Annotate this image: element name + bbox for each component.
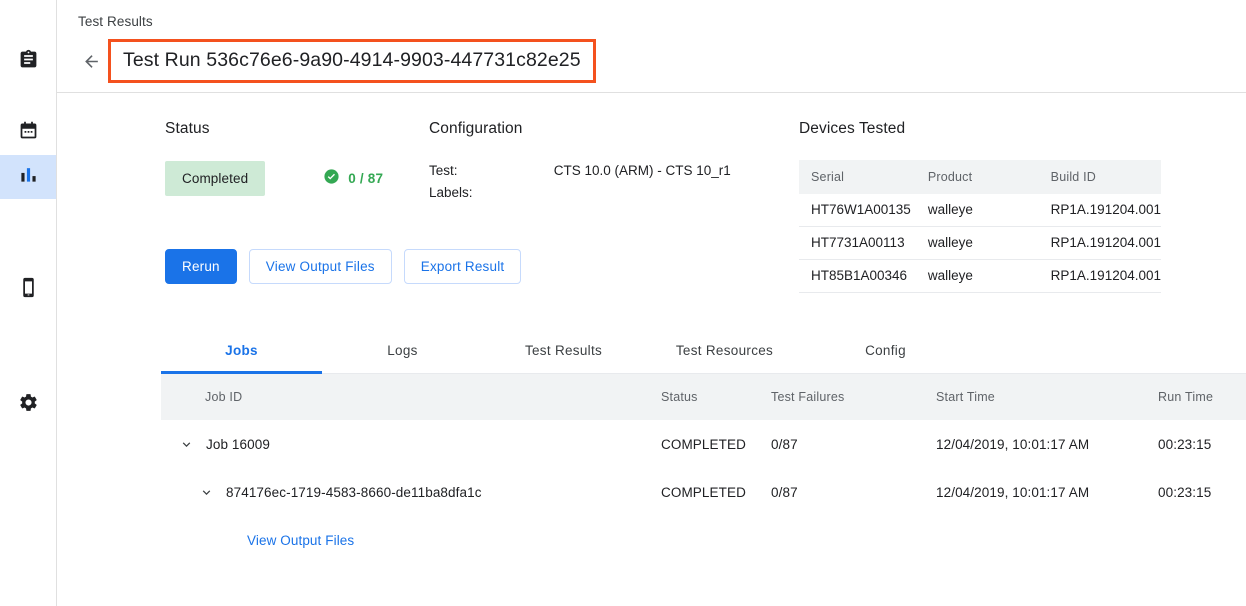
- configuration-column: Configuration Test: CTS 10.0 (ARM) - CTS…: [429, 119, 799, 293]
- tab-config[interactable]: Config: [805, 329, 966, 373]
- attempt-status: COMPLETED: [661, 468, 771, 516]
- device-serial: HT85B1A00346: [799, 260, 916, 293]
- table-row: HT85B1A00346 walleye RP1A.191204.001: [799, 260, 1161, 293]
- devices-section-title: Devices Tested: [799, 119, 1246, 139]
- config-value-test: CTS 10.0 (ARM) - CTS 10_r1: [554, 161, 799, 180]
- status-badge: Completed: [165, 161, 265, 196]
- output-link-cell: View Output Files: [161, 516, 1246, 564]
- summary-section: Status Completed 0 / 87 Rerun: [57, 93, 1246, 293]
- job-id-cell: Job 16009: [161, 420, 661, 468]
- pass-summary: 0 / 87: [323, 168, 383, 190]
- devices-col-serial: Serial: [799, 160, 916, 194]
- job-id-label: Job 16009: [206, 437, 270, 452]
- device-product: walleye: [916, 260, 1039, 293]
- chevron-down-icon[interactable]: [195, 485, 217, 500]
- main-content: Test Results Test Run 536c76e6-9a90-4914…: [57, 0, 1246, 606]
- device-product: walleye: [916, 227, 1039, 260]
- attempt-id-cell: 874176ec-1719-4583-8660-de11ba8dfa1c: [161, 468, 661, 516]
- action-buttons: Rerun View Output Files Export Result: [165, 249, 429, 284]
- config-key-test: Test:: [429, 161, 541, 180]
- table-row: View Output Files: [161, 516, 1246, 564]
- jobs-col-run-time: Run Time: [1158, 374, 1246, 420]
- view-output-files-button[interactable]: View Output Files: [249, 249, 392, 284]
- app-root: Test Results Test Run 536c76e6-9a90-4914…: [0, 0, 1246, 606]
- tab-test-results[interactable]: Test Results: [483, 329, 644, 373]
- sidebar-item-settings[interactable]: [0, 383, 56, 427]
- phone-icon: [18, 277, 39, 303]
- tab-logs[interactable]: Logs: [322, 329, 483, 373]
- table-row[interactable]: Job 16009 COMPLETED 0/87 12/04/2019, 10:…: [161, 420, 1246, 468]
- devices-column: Devices Tested Serial Product Build ID H…: [799, 119, 1246, 293]
- calendar-icon: [18, 120, 39, 146]
- sidebar-item-analytics[interactable]: [0, 155, 56, 199]
- attempt-test-failures: 0/87: [771, 468, 936, 516]
- check-circle-icon: [323, 168, 340, 190]
- job-status: COMPLETED: [661, 420, 771, 468]
- device-build-id: RP1A.191204.001: [1039, 260, 1161, 293]
- attempt-id-label: 874176ec-1719-4583-8660-de11ba8dfa1c: [226, 485, 482, 500]
- job-run-time: 00:23:15: [1158, 420, 1246, 468]
- device-product: walleye: [916, 194, 1039, 227]
- arrow-left-icon[interactable]: [78, 48, 104, 74]
- sidebar: [0, 0, 57, 606]
- status-column: Status Completed 0 / 87 Rerun: [57, 119, 429, 293]
- devices-col-build-id: Build ID: [1039, 160, 1161, 194]
- bar-chart-icon: [19, 165, 38, 189]
- devices-col-product: Product: [916, 160, 1039, 194]
- table-row: HT7731A00113 walleye RP1A.191204.001: [799, 227, 1161, 260]
- config-key-labels: Labels:: [429, 183, 541, 202]
- page-header: Test Results Test Run 536c76e6-9a90-4914…: [57, 0, 1246, 93]
- status-section-title: Status: [165, 119, 429, 139]
- sidebar-item-clipboard[interactable]: [0, 40, 56, 84]
- jobs-table: Job ID Status Test Failures Start Time R…: [161, 374, 1246, 564]
- tab-test-resources[interactable]: Test Resources: [644, 329, 805, 373]
- pass-count: 0 / 87: [348, 171, 383, 186]
- tab-bar: Jobs Logs Test Results Test Resources Co…: [161, 329, 1246, 374]
- page-title: Test Run 536c76e6-9a90-4914-9903-447731c…: [123, 49, 581, 71]
- table-row[interactable]: 874176ec-1719-4583-8660-de11ba8dfa1c COM…: [161, 468, 1246, 516]
- clipboard-icon: [18, 49, 39, 75]
- configuration-list: Test: CTS 10.0 (ARM) - CTS 10_r1 Labels:: [429, 161, 799, 202]
- attempt-start-time: 12/04/2019, 10:01:17 AM: [936, 468, 1158, 516]
- jobs-col-start-time: Start Time: [936, 374, 1158, 420]
- jobs-col-status: Status: [661, 374, 771, 420]
- tab-jobs[interactable]: Jobs: [161, 329, 322, 373]
- devices-header-row: Serial Product Build ID: [799, 160, 1161, 194]
- sidebar-item-calendar[interactable]: [0, 111, 56, 155]
- breadcrumb: Test Results: [78, 14, 1246, 30]
- gear-icon: [18, 392, 39, 418]
- view-output-files-link[interactable]: View Output Files: [161, 533, 354, 548]
- device-serial: HT7731A00113: [799, 227, 916, 260]
- title-row: Test Run 536c76e6-9a90-4914-9903-447731c…: [78, 39, 1246, 83]
- device-build-id: RP1A.191204.001: [1039, 227, 1161, 260]
- attempt-run-time: 00:23:15: [1158, 468, 1246, 516]
- device-build-id: RP1A.191204.001: [1039, 194, 1161, 227]
- jobs-col-test-failures: Test Failures: [771, 374, 936, 420]
- highlighted-title-box: Test Run 536c76e6-9a90-4914-9903-447731c…: [108, 39, 596, 83]
- jobs-col-job-id: Job ID: [161, 374, 661, 420]
- devices-table: Serial Product Build ID HT76W1A00135 wal…: [799, 160, 1161, 293]
- chevron-down-icon[interactable]: [175, 437, 197, 452]
- status-row: Completed 0 / 87: [165, 161, 429, 196]
- jobs-header-row: Job ID Status Test Failures Start Time R…: [161, 374, 1246, 420]
- job-start-time: 12/04/2019, 10:01:17 AM: [936, 420, 1158, 468]
- device-serial: HT76W1A00135: [799, 194, 916, 227]
- table-row: HT76W1A00135 walleye RP1A.191204.001: [799, 194, 1161, 227]
- job-test-failures: 0/87: [771, 420, 936, 468]
- rerun-button[interactable]: Rerun: [165, 249, 237, 284]
- configuration-section-title: Configuration: [429, 119, 799, 139]
- sidebar-item-devices[interactable]: [0, 268, 56, 312]
